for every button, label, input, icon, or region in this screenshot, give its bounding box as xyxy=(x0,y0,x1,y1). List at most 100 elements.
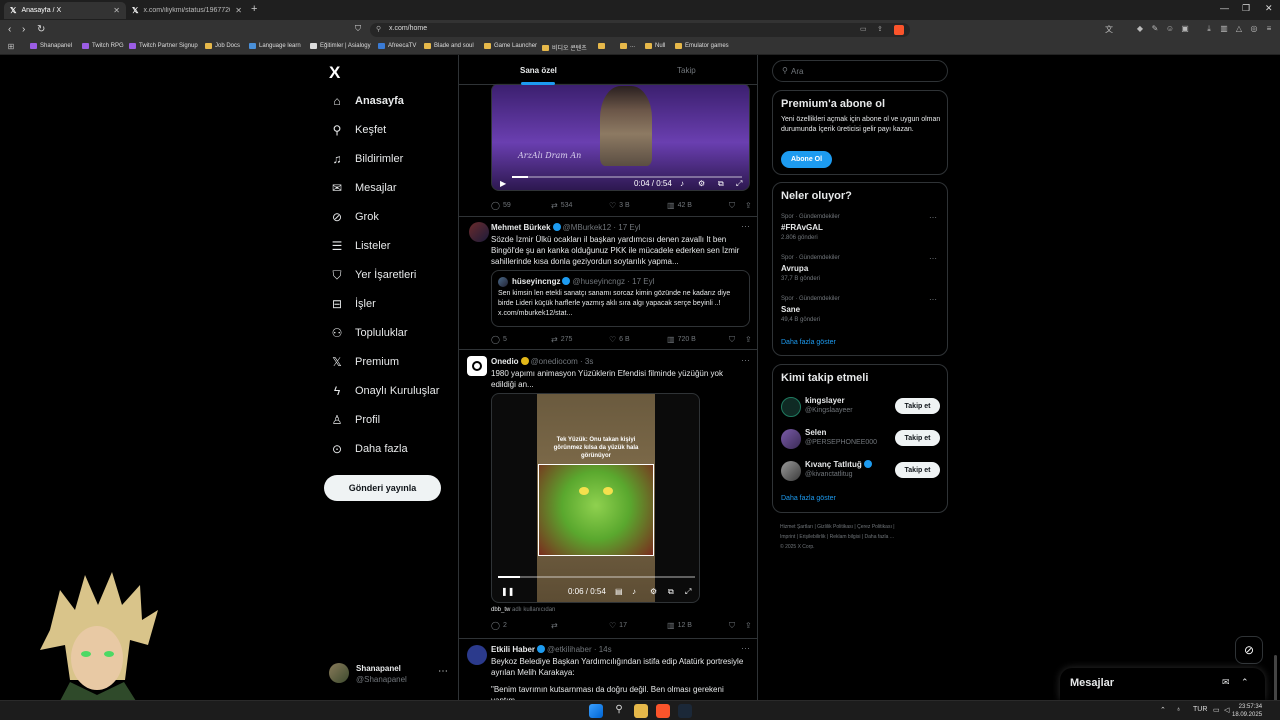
share-button[interactable]: ⇪ xyxy=(745,621,752,630)
nav-item-explore[interactable]: ⚲ Keşfet xyxy=(329,119,387,141)
nav-item-notifications[interactable]: ♫ Bildirimler xyxy=(329,148,404,170)
wallet-icon[interactable]: ◎ xyxy=(1249,24,1259,34)
extension-icon[interactable]: ▣ xyxy=(1180,24,1190,34)
forward-icon[interactable]: › xyxy=(22,24,25,35)
close-icon[interactable]: ✕ xyxy=(235,6,242,15)
bookmark-item[interactable]: Null xyxy=(645,43,665,49)
browser-tab[interactable]: 𝕏 x.com/iliykmi/status/1967720736324 ✕ xyxy=(126,2,248,19)
settings-icon[interactable]: ⚙ xyxy=(698,179,705,188)
more-icon[interactable]: ⋯ xyxy=(741,355,750,366)
video-player[interactable]: ArzAlı Dram An ▶ 0:04 / 0:54 ♪ ⚙ ⧉ ⤢ xyxy=(491,83,750,191)
like-button[interactable]: ♡ 17 xyxy=(609,621,627,630)
bookmark-item[interactable]: Job Docs xyxy=(205,43,240,49)
more-icon[interactable]: ⋯ xyxy=(438,666,448,677)
sidebar-toggle-icon[interactable]: ▥ xyxy=(1219,24,1229,34)
address-bar[interactable]: ⚲ x.com/home ▭ ⇪ xyxy=(370,23,910,37)
author-name[interactable]: Etkili Haber xyxy=(491,645,535,654)
brave-shield-icon[interactable] xyxy=(894,25,904,35)
views-button[interactable]: ▥ 42 B xyxy=(667,201,692,210)
more-icon[interactable]: ⋯ xyxy=(741,643,750,654)
nav-item-communities[interactable]: ⚇ Topluluklar xyxy=(329,322,408,344)
bookmark-item[interactable]: ... xyxy=(620,43,635,49)
nav-item-bookmarks[interactable]: ⛉ Yer İşaretleri xyxy=(329,264,416,286)
avatar[interactable] xyxy=(467,645,487,665)
browser-tab-active[interactable]: 𝕏 Anasayfa / X ✕ xyxy=(4,2,126,19)
brave-browser-icon[interactable] xyxy=(656,704,670,718)
extension-icon[interactable]: ✎ xyxy=(1150,24,1160,34)
bookmark-item[interactable]: Blade and soul xyxy=(424,43,474,49)
messages-drawer[interactable]: Mesajlar ✉ ⌃ xyxy=(1060,668,1265,700)
show-more-link[interactable]: Daha fazla göster xyxy=(781,339,836,346)
post-button[interactable]: Gönderi yayınla xyxy=(324,475,441,501)
avatar[interactable] xyxy=(781,397,801,417)
more-icon[interactable]: ⋯ xyxy=(741,221,750,232)
follow-button[interactable]: Takip et xyxy=(895,430,940,446)
follow-name[interactable]: Kıvanç Tatlıtuğ xyxy=(805,460,874,469)
views-button[interactable]: ▥ 720 B xyxy=(667,335,696,344)
bookmark-item[interactable] xyxy=(598,43,608,49)
repost-button[interactable]: ⇄ 534 xyxy=(551,201,572,210)
captions-icon[interactable]: ▤ xyxy=(615,587,623,596)
nav-item-jobs[interactable]: ⊟ İşler xyxy=(329,293,376,315)
reload-icon[interactable]: ↻ xyxy=(37,24,45,35)
repost-button[interactable]: ⇄ xyxy=(551,621,561,630)
minimize-icon[interactable]: — xyxy=(1220,3,1229,13)
bookmark-page-icon[interactable]: ⛉ xyxy=(355,24,361,34)
reply-button[interactable]: ◯ 5 xyxy=(491,335,507,344)
author-name[interactable]: Onedio xyxy=(491,357,519,366)
volume-icon[interactable]: ♪ xyxy=(680,179,684,188)
nav-item-home[interactable]: ⌂ Anasayfa xyxy=(329,90,404,112)
more-icon[interactable]: ⋯ xyxy=(929,254,937,263)
play-icon[interactable]: ▶ xyxy=(500,179,506,188)
tab-for-you[interactable]: Sana özel xyxy=(520,66,557,75)
extension-icon[interactable]: ◆ xyxy=(1135,24,1145,34)
bookmark-item[interactable]: Twitch RPG xyxy=(82,43,124,49)
follow-button[interactable]: Takip et xyxy=(895,398,940,414)
nav-item-premium[interactable]: 𝕏 Premium xyxy=(329,351,399,373)
author-handle[interactable]: @onediocom · 3s xyxy=(531,357,594,366)
author-name[interactable]: Mehmet Bürkek xyxy=(491,223,551,232)
bookmark-item[interactable]: 비디오 콘텐츠 xyxy=(542,43,587,52)
avatar[interactable] xyxy=(781,461,801,481)
author-handle[interactable]: @MBurkek12 · 17 Eyl xyxy=(563,223,641,232)
avatar[interactable] xyxy=(781,429,801,449)
more-icon[interactable]: ⋯ xyxy=(929,213,937,222)
new-message-icon[interactable]: ✉ xyxy=(1222,677,1230,688)
network-icon[interactable]: ▭ xyxy=(1213,706,1220,714)
volume-icon[interactable]: ♪ xyxy=(632,587,636,596)
bookmark-item[interactable]: Language learn xyxy=(249,43,301,49)
apps-grid-icon[interactable]: ⊞ xyxy=(6,42,16,52)
share-button[interactable]: ⇪ xyxy=(745,201,752,210)
nav-item-verified-orgs[interactable]: ϟ Onaylı Kuruluşlar xyxy=(329,380,440,402)
bookmark-item[interactable]: Eğitimler | Asialogy xyxy=(310,43,371,49)
rewards-icon[interactable]: △ xyxy=(1234,24,1244,34)
file-explorer-icon[interactable] xyxy=(634,704,648,718)
video-player[interactable]: Tek Yüzük: Onu takan kişiyi görünmez kıl… xyxy=(491,393,700,603)
extension-icon[interactable]: ☺ xyxy=(1165,24,1175,34)
system-clock[interactable]: 23:57:34 18.09.2025 xyxy=(1232,703,1262,719)
back-icon[interactable]: ‹ xyxy=(8,24,11,35)
views-button[interactable]: ▥ 12 B xyxy=(667,621,692,630)
share-icon[interactable]: ⇪ xyxy=(877,25,883,33)
bookmark-item[interactable]: Twitch Partner Signup xyxy=(129,43,198,49)
volume-icon[interactable]: ◁ xyxy=(1224,706,1229,714)
author-handle[interactable]: @etkilihaber · 14s xyxy=(547,645,612,654)
x-logo[interactable]: X xyxy=(329,63,340,83)
settings-icon[interactable]: ⚙ xyxy=(650,587,657,596)
nav-item-messages[interactable]: ✉ Mesajlar xyxy=(329,177,397,199)
repost-button[interactable]: ⇄ 275 xyxy=(551,335,572,344)
microphone-icon[interactable]: ♁ xyxy=(1176,706,1181,713)
like-button[interactable]: ♡ 3 B xyxy=(609,201,630,210)
close-icon[interactable]: ✕ xyxy=(113,6,120,15)
bookmark-item[interactable]: AfreecaTV xyxy=(378,43,416,49)
quote-card[interactable]: hüseyincngz @huseyincngz · 17 Eyl Sen kim… xyxy=(491,270,750,327)
bookmark-button[interactable]: ⛉ xyxy=(729,335,735,345)
show-more-link[interactable]: Daha fazla göster xyxy=(781,495,836,502)
like-button[interactable]: ♡ 6 B xyxy=(609,335,630,344)
fullscreen-icon[interactable]: ⤢ xyxy=(736,179,742,189)
new-tab-icon[interactable]: + xyxy=(251,3,257,15)
tab-following[interactable]: Takip xyxy=(677,66,696,75)
account-switcher[interactable]: Shanapanel @Shanapanel ⋯ xyxy=(329,661,449,687)
nav-item-profile[interactable]: ♙ Profil xyxy=(329,409,380,431)
scrollbar[interactable] xyxy=(1273,55,1278,715)
